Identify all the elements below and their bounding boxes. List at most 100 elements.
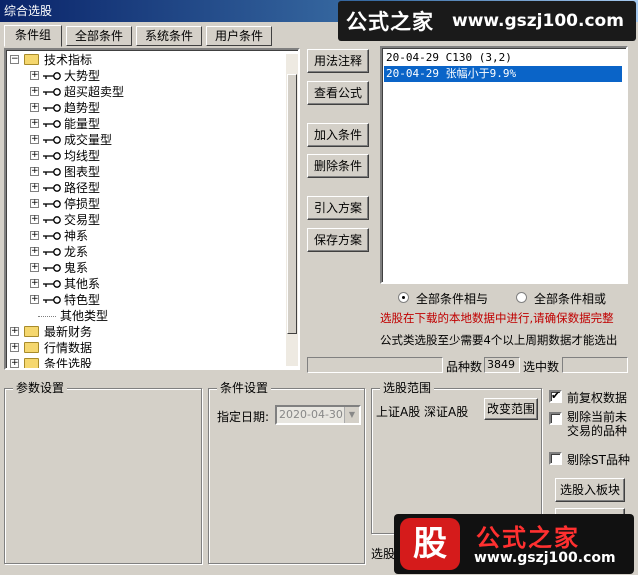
change-range-button[interactable]: 改变范围 [484, 398, 538, 420]
radio-all-or[interactable]: 全部条件相或 [516, 289, 626, 306]
brand-banner: 公式之家 www.gszj100.com [338, 1, 636, 41]
param-settings-group: 参数设置 [4, 381, 202, 564]
tab-label: 全部条件 [74, 29, 123, 43]
list-item[interactable]: 20-04-29 C130 (3,2) [384, 50, 512, 66]
tree-scrollbar[interactable] [286, 54, 298, 366]
tree-item[interactable]: + 鬼系 [6, 260, 282, 276]
folder-icon [24, 54, 39, 65]
date-value: 2020-04-30 [279, 408, 343, 421]
expand-icon[interactable]: + [30, 119, 39, 128]
group-title: 参数设置 [13, 381, 68, 395]
tree-item[interactable]: + 能量型 [6, 116, 282, 132]
radio-all-and[interactable]: 全部条件相与 [398, 289, 508, 306]
expand-icon[interactable]: + [30, 247, 39, 256]
tab-label: 系统条件 [144, 29, 193, 43]
tree-item-label: 龙系 [64, 245, 89, 259]
tree-node-top[interactable]: + 最新财务 [6, 324, 282, 340]
expand-icon[interactable]: + [10, 343, 19, 352]
expand-icon[interactable]: + [30, 167, 39, 176]
expand-icon[interactable]: + [30, 87, 39, 96]
formula-key-icon [43, 216, 61, 224]
expand-icon[interactable]: + [30, 183, 39, 192]
add-condition-button[interactable]: 加入条件 [307, 123, 369, 147]
tree-item[interactable]: + 其他系 [6, 276, 282, 292]
tree-item[interactable]: + 神系 [6, 228, 282, 244]
expand-icon[interactable]: + [30, 151, 39, 160]
forward-adjust-checkbox[interactable] [549, 389, 562, 403]
condition-tree[interactable]: − 技术指标 + 大势型 + 超买超卖型 + 趋势型 + 能量型 + 成交量型 + 均线型 + 图表型 + 路径型… [4, 48, 300, 370]
expand-icon[interactable]: + [30, 71, 39, 80]
expand-icon[interactable]: + [30, 231, 39, 240]
tree-item[interactable]: + 特色型 [6, 292, 282, 308]
formula-key-icon [43, 184, 61, 192]
formula-key-icon [43, 296, 61, 304]
list-item-selected[interactable]: 20-04-29 张幅小于9.9% [384, 66, 622, 82]
exclude-unlisted-checkbox[interactable] [549, 412, 562, 425]
tree-item[interactable]: + 交易型 [6, 212, 282, 228]
select-to-block-button[interactable]: 选股入板块 [555, 478, 625, 502]
tree-item[interactable]: + 停损型 [6, 196, 282, 212]
tree-node-technical[interactable]: − 技术指标 [6, 52, 282, 68]
radio-button[interactable] [398, 292, 409, 303]
tree-item-label: 超买超卖型 [64, 85, 125, 99]
condition-list[interactable]: 20-04-29 C130 (3,2) 20-04-29 张幅小于9.9% [380, 46, 628, 284]
tab-all-conditions[interactable]: 全部条件 [66, 26, 132, 46]
market-range-text: 上证A股 深证A股 [376, 405, 469, 419]
exclude-st-checkbox[interactable] [549, 452, 562, 465]
tree-item[interactable]: + 路径型 [6, 180, 282, 196]
tree-item[interactable]: + 图表型 [6, 164, 282, 180]
tree-item[interactable]: + 大势型 [6, 68, 282, 84]
formula-key-icon [43, 120, 61, 128]
expand-icon[interactable]: + [30, 279, 39, 288]
watermark-badge: 股 [400, 518, 460, 570]
import-scheme-button[interactable]: 引入方案 [307, 196, 369, 220]
formula-key-icon [43, 248, 61, 256]
group-title: 选股范围 [380, 381, 435, 395]
formula-key-icon [43, 168, 61, 176]
tree-item[interactable]: + 超买超卖型 [6, 84, 282, 100]
watermark-logo: 股 公式之家 www.gszj100.com [394, 514, 634, 574]
view-formula-button[interactable]: 查看公式 [307, 81, 369, 105]
date-picker[interactable]: 2020-04-30 ▼ [275, 405, 361, 425]
tree-item-label: 神系 [64, 229, 89, 243]
expand-icon[interactable]: + [10, 359, 19, 368]
brand-name: 公式之家 [346, 9, 434, 34]
radio-label: 全部条件相或 [534, 292, 607, 306]
expand-icon[interactable]: + [30, 295, 39, 304]
tab-user-conditions[interactable]: 用户条件 [206, 26, 272, 46]
tree-item-label: 停损型 [64, 197, 101, 211]
scrollbar-thumb[interactable] [287, 74, 297, 334]
collapse-icon[interactable]: − [10, 55, 19, 64]
tree-item[interactable]: 其他类型 [6, 308, 282, 324]
chevron-down-icon[interactable]: ▼ [344, 407, 359, 423]
progress-bar [307, 357, 443, 373]
formula-key-icon [43, 200, 61, 208]
data-warning-note: 选股在下载的本地数据中进行,请确保数据完整 [380, 311, 614, 325]
tree-item-label: 特色型 [64, 293, 101, 307]
expand-icon[interactable]: + [30, 103, 39, 112]
expand-icon[interactable]: + [30, 199, 39, 208]
bottom-label: 选股 [371, 547, 396, 561]
expand-icon[interactable]: + [30, 135, 39, 144]
tree-item[interactable]: + 趋势型 [6, 100, 282, 116]
expand-icon[interactable]: + [30, 215, 39, 224]
tree-item[interactable]: + 均线型 [6, 148, 282, 164]
condition-settings-group: 条件设置 指定日期: 2020-04-30 ▼ [208, 381, 365, 564]
tab-condition-group[interactable]: 条件组 [4, 25, 62, 47]
window-title: 综合选股 [4, 4, 53, 18]
formula-key-icon [43, 72, 61, 80]
tab-system-conditions[interactable]: 系统条件 [136, 26, 202, 46]
tree-node-top[interactable]: + 行情数据 [6, 340, 282, 356]
tree-node-top[interactable]: + 条件选股 [6, 356, 282, 368]
formula-key-icon [43, 136, 61, 144]
tree-item[interactable]: + 成交量型 [6, 132, 282, 148]
save-scheme-button[interactable]: 保存方案 [307, 228, 369, 252]
expand-icon[interactable]: + [30, 263, 39, 272]
radio-button[interactable] [516, 292, 527, 303]
formula-key-icon [43, 280, 61, 288]
expand-icon[interactable]: + [10, 327, 19, 336]
tree-item-label: 技术指标 [44, 53, 93, 67]
tree-item[interactable]: + 龙系 [6, 244, 282, 260]
usage-note-button[interactable]: 用法注释 [307, 49, 369, 73]
delete-condition-button[interactable]: 删除条件 [307, 154, 369, 178]
